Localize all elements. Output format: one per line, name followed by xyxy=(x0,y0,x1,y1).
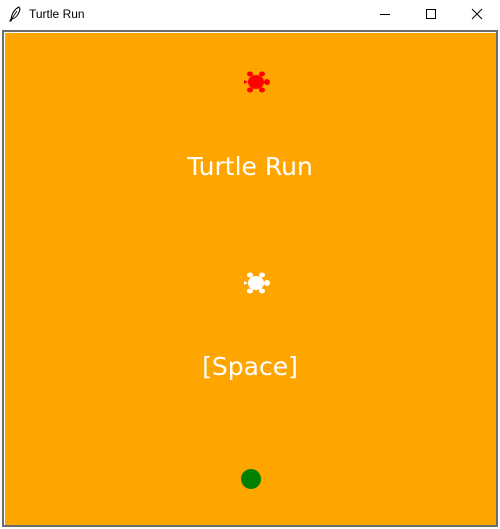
window-title: Turtle Run xyxy=(29,7,85,21)
turtle-shape xyxy=(244,71,270,93)
close-icon xyxy=(471,8,483,20)
turtle-shape xyxy=(244,272,270,294)
player-turtle-icon xyxy=(244,272,270,294)
game-canvas[interactable]: Turtle Run [Space] xyxy=(2,30,498,527)
title-bar[interactable]: Turtle Run xyxy=(0,0,500,28)
goal-circle-icon xyxy=(241,469,261,489)
maximize-icon xyxy=(426,9,436,19)
close-button[interactable] xyxy=(454,0,500,28)
game-title: Turtle Run xyxy=(187,152,313,181)
start-hint: [Space] xyxy=(202,352,298,381)
minimize-icon xyxy=(380,14,390,15)
feather-icon xyxy=(9,6,21,22)
enemy-turtle-icon xyxy=(244,71,270,93)
minimize-button[interactable] xyxy=(362,0,408,28)
app-window: Turtle Run Turtle Run [Space] xyxy=(0,0,500,529)
maximize-button[interactable] xyxy=(408,0,454,28)
